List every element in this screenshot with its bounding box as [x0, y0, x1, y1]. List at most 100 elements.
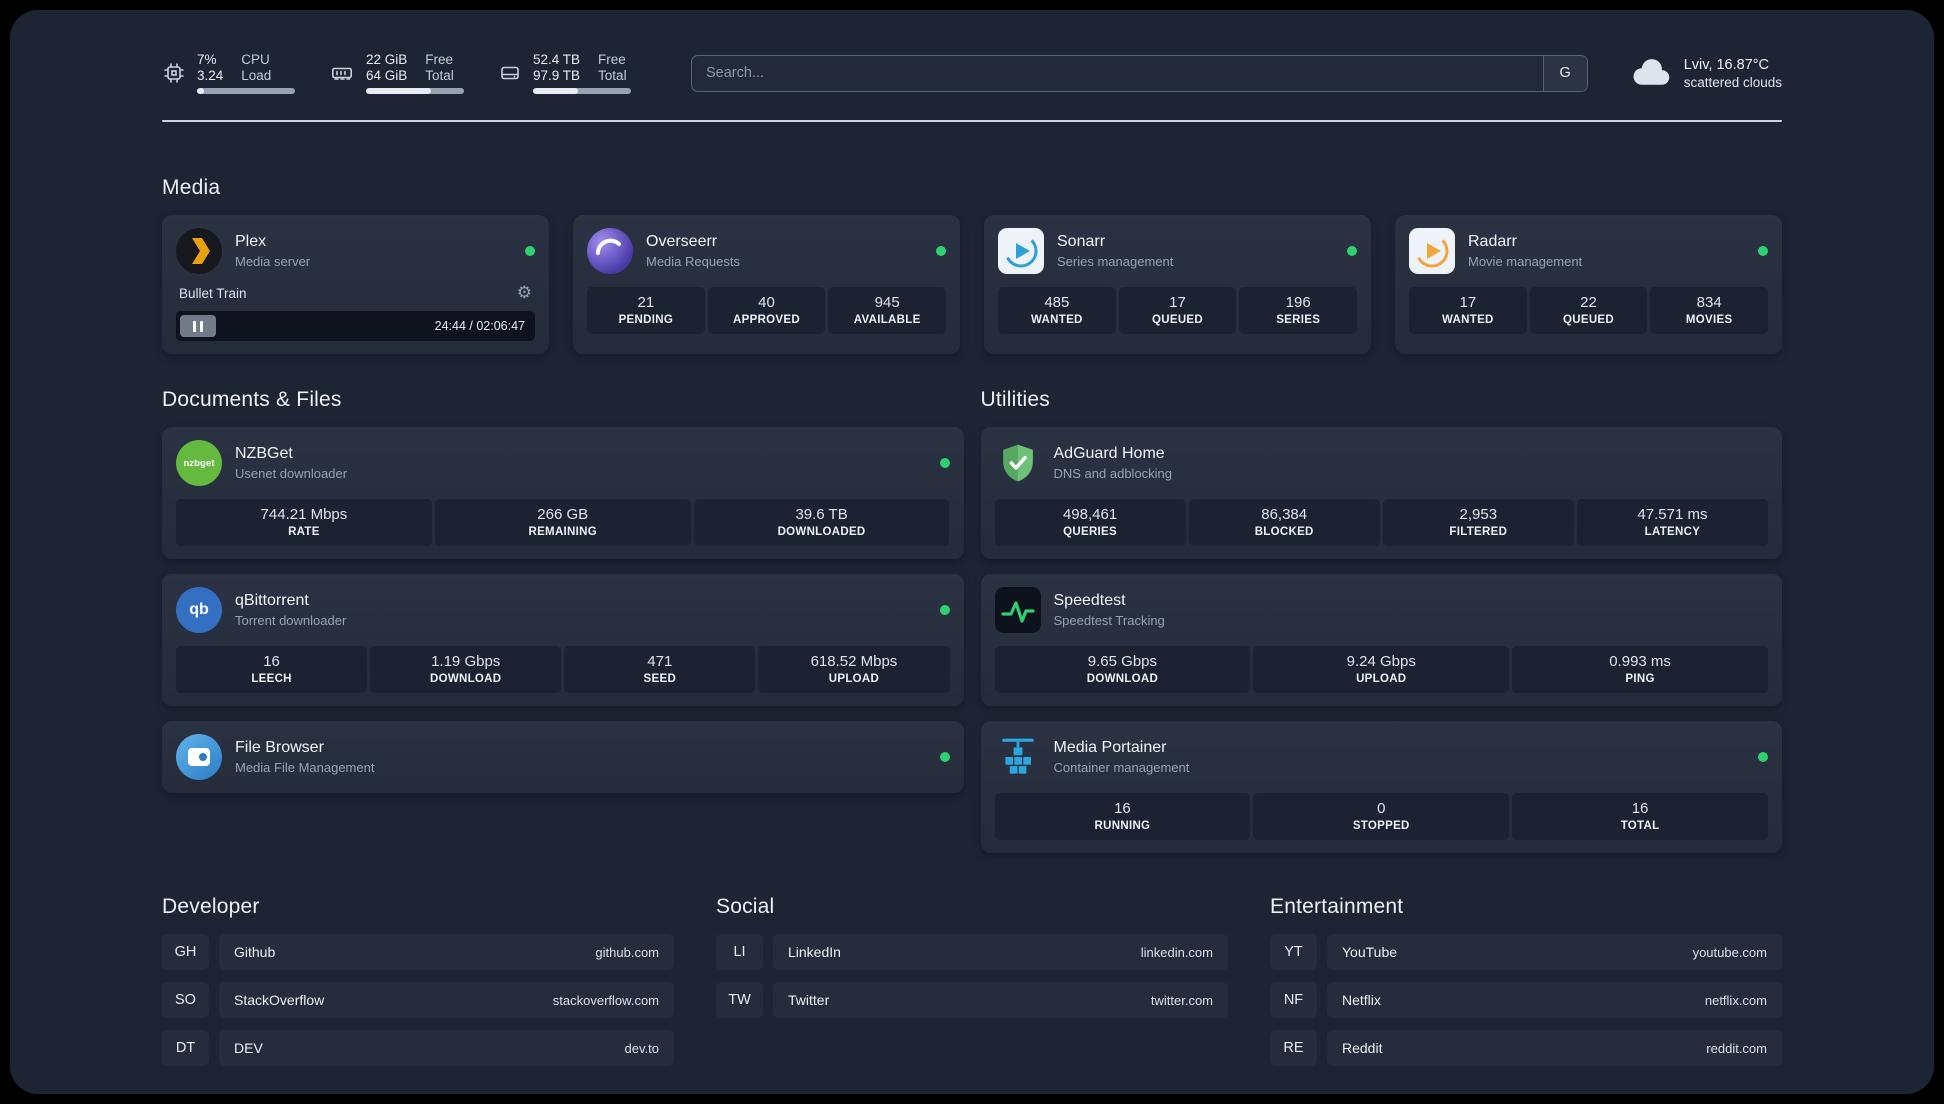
bookmark-abbr[interactable]: TW — [716, 982, 763, 1018]
bookmark-link[interactable]: StackOverflow stackoverflow.com — [219, 982, 674, 1018]
section-utilities: Utilities AdGuard Home DNS and adblockin… — [980, 388, 1782, 853]
stat: 834 MOVIES — [1650, 287, 1769, 334]
app-card-plex[interactable]: Plex Media server Bullet Train ⚙ 24:44 /… — [162, 215, 549, 354]
stat: 471 SEED — [564, 646, 756, 693]
app-card-nzbget[interactable]: nzbget NZBGet Usenet downloader 744.21 M… — [162, 427, 964, 559]
bookmark-link[interactable]: Twitter twitter.com — [773, 982, 1228, 1018]
app-card-adguard[interactable]: AdGuard Home DNS and adblocking 498,461 Q… — [980, 427, 1782, 559]
weather-location: Lviv, 16.87°C — [1683, 56, 1770, 73]
bookmark-row-reddit: RE Reddit reddit.com — [1270, 1030, 1782, 1066]
weather-widget: Lviv, 16.87°C scattered clouds — [1628, 55, 1782, 92]
section-documents-files: Documents & Files nzbget NZBGet Usenet d… — [162, 388, 964, 793]
stat: 485 WANTED — [998, 287, 1116, 334]
bookmark-row-netflix: NF Netflix netflix.com — [1270, 982, 1782, 1018]
app-card-radarr[interactable]: Radarr Movie management 17 WANTED 22 QUEUE… — [1395, 215, 1782, 354]
disk-total-value: 97.9 TB — [533, 68, 581, 83]
disk-usage-bar — [533, 88, 631, 94]
ram-label-1: Free — [425, 52, 454, 67]
bookmark-link[interactable]: LinkedIn linkedin.com — [773, 934, 1228, 970]
filebrowser-icon — [176, 734, 222, 780]
status-dot — [1758, 752, 1768, 762]
stat: 22 QUEUED — [1529, 287, 1648, 334]
speedtest-icon — [994, 587, 1041, 633]
bookmark-abbr[interactable]: LI — [716, 934, 763, 970]
app-card-qbittorrent[interactable]: qb qBittorrent Torrent downloader 16 LEEC… — [162, 574, 964, 706]
stat: 498,461 QUERIES — [994, 499, 1186, 546]
bookmark-abbr[interactable]: YT — [1270, 934, 1317, 970]
app-name: Radarr — [1468, 233, 1517, 250]
search-input[interactable] — [692, 55, 1543, 91]
bookmark-row-dev: DT DEV dev.to — [162, 1030, 674, 1066]
ram-label-2: Total — [425, 68, 454, 83]
stat: 16 LEECH — [176, 646, 368, 693]
plex-icon — [176, 228, 222, 274]
overseerr-icon — [587, 228, 633, 274]
app-name: File Browser — [235, 739, 324, 756]
top-bar: 7% CPU 3.24 Load 22 GiB Free 64 GiB Tota… — [162, 52, 1782, 94]
stat: 2,953 FILTERED — [1382, 499, 1574, 546]
app-subtitle: Container management — [1053, 760, 1190, 775]
radarr-icon — [1409, 228, 1455, 274]
status-dot — [939, 605, 950, 615]
app-subtitle: Media server — [235, 254, 311, 269]
app-card-sonarr[interactable]: Sonarr Series management 485 WANTED 17 QUE… — [984, 215, 1371, 354]
status-dot — [936, 246, 946, 256]
stat: 618.52 Mbps UPLOAD — [758, 646, 950, 693]
pause-button[interactable] — [180, 315, 216, 337]
stat: 0 STOPPED — [1253, 793, 1510, 840]
disk-free-value: 52.4 TB — [533, 52, 581, 67]
cpu-usage-value: 7% — [197, 52, 217, 67]
status-dot — [1347, 246, 1357, 256]
bookmark-row-github: GH Github github.com — [162, 934, 674, 970]
search-engine-button[interactable]: G — [1542, 55, 1587, 91]
ram-icon — [329, 61, 355, 85]
stat: 39.6 TB DOWNLOADED — [693, 499, 950, 546]
dashboard-window: 7% CPU 3.24 Load 22 GiB Free 64 GiB Tota… — [10, 10, 1934, 1094]
stat: 266 GB REMAINING — [434, 499, 691, 546]
disk-label-2: Total — [598, 68, 627, 83]
topbar-divider — [162, 120, 1782, 122]
app-name: Media Portainer — [1053, 739, 1167, 756]
bookmark-link[interactable]: YouTube youtube.com — [1327, 934, 1782, 970]
ram-usage-bar — [366, 88, 464, 94]
bookmark-link[interactable]: Reddit reddit.com — [1327, 1030, 1782, 1066]
cpu-usage-bar — [197, 88, 295, 94]
bookmark-abbr[interactable]: DT — [162, 1030, 209, 1066]
sonarr-icon — [998, 228, 1044, 274]
app-card-portainer[interactable]: Media Portainer Container management 16 R… — [980, 721, 1782, 853]
app-name: Sonarr — [1057, 233, 1106, 250]
bookmark-abbr[interactable]: NF — [1270, 982, 1317, 1018]
dashboard-content: 7% CPU 3.24 Load 22 GiB Free 64 GiB Tota… — [162, 10, 1782, 1094]
cpu-metric: 7% CPU 3.24 Load — [162, 52, 295, 94]
cloud-icon — [1628, 55, 1672, 92]
app-subtitle: Usenet downloader — [235, 466, 348, 481]
bookmark-link[interactable]: Netflix netflix.com — [1327, 982, 1782, 1018]
stat: 1.19 Gbps DOWNLOAD — [370, 646, 562, 693]
qbittorrent-icon: qb — [176, 587, 222, 633]
stat: 21 PENDING — [587, 287, 705, 334]
search-bar[interactable]: G — [691, 54, 1588, 92]
bookmark-link[interactable]: DEV dev.to — [219, 1030, 674, 1066]
ram-metric: 22 GiB Free 64 GiB Total — [329, 52, 464, 94]
stat: 47.571 ms LATENCY — [1576, 499, 1768, 546]
disk-label-1: Free — [598, 52, 626, 67]
playback-time: 24:44 / 02:06:47 — [434, 319, 525, 333]
app-name: AdGuard Home — [1053, 445, 1165, 462]
app-name: Speedtest — [1053, 592, 1126, 609]
cpu-icon — [162, 61, 186, 85]
app-card-speedtest[interactable]: Speedtest Speedtest Tracking 9.65 Gbps DO… — [980, 574, 1782, 706]
bookmark-abbr[interactable]: RE — [1270, 1030, 1317, 1066]
gear-icon[interactable]: ⚙ — [517, 285, 532, 302]
app-subtitle: Movie management — [1468, 254, 1583, 269]
section-media: Media Plex Media server Bullet Train ⚙ 2… — [162, 176, 1782, 354]
bookmark-abbr[interactable]: SO — [162, 982, 209, 1018]
app-card-filebrowser[interactable]: File Browser Media File Management — [162, 721, 964, 793]
app-name: NZBGet — [235, 445, 293, 462]
app-card-overseerr[interactable]: Overseerr Media Requests 21 PENDING 40 APP… — [573, 215, 960, 354]
social-heading: Social — [716, 895, 775, 918]
stat: 0.993 ms PING — [1512, 646, 1768, 693]
app-name: qBittorrent — [235, 592, 309, 609]
cpu-label-2: Load — [241, 68, 272, 83]
bookmark-link[interactable]: Github github.com — [219, 934, 674, 970]
bookmark-abbr[interactable]: GH — [162, 934, 209, 970]
